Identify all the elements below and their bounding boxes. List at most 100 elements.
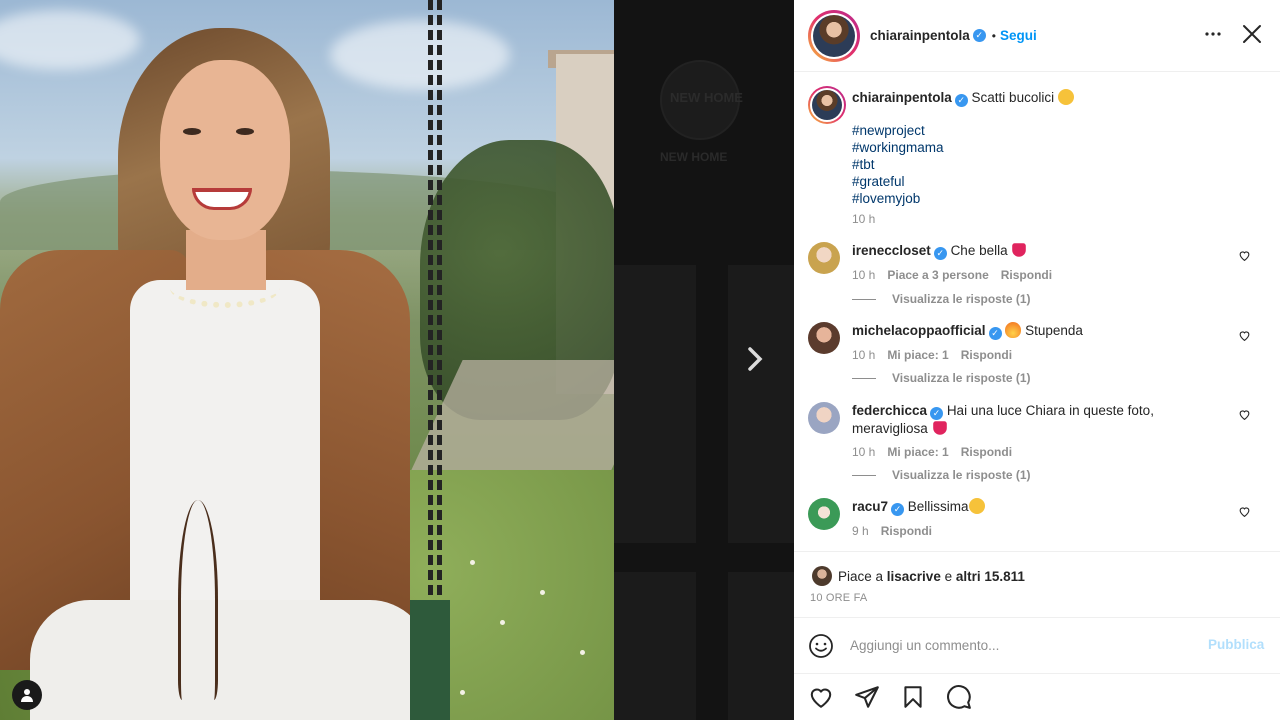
reply-button[interactable]: Rispondi <box>881 524 932 538</box>
view-replies-button[interactable]: Visualizza le risposte (1) <box>852 371 1031 385</box>
comment-likes[interactable]: Mi piace: 1 <box>887 348 948 362</box>
star-struck-emoji-icon <box>1057 89 1074 105</box>
close-button[interactable] <box>1240 22 1264 46</box>
photo-daisy <box>580 650 585 655</box>
hashtag-link[interactable]: #workingmama <box>852 139 944 156</box>
caption-text: Scatti bucolici <box>971 90 1055 105</box>
comment-avatar[interactable] <box>808 498 840 530</box>
comment-likes[interactable]: Piace a 3 persone <box>887 268 988 282</box>
likes-section: Piace a lisacrive e altri 15.811 10 ORE … <box>794 552 1280 618</box>
comment-item: ireneccloset ✓ Che bella 10 h Piace a 3 p… <box>808 242 1222 282</box>
photo-daisy <box>540 590 545 595</box>
likes-middle: e <box>940 568 956 584</box>
comment-username[interactable]: federchicca <box>852 403 927 418</box>
comments-list[interactable]: chiarainpentola ✓ Scatti bucolici #newpro… <box>794 72 1280 552</box>
comment-likes[interactable]: Mi piace: 1 <box>887 445 948 459</box>
comment-avatar[interactable] <box>808 322 840 354</box>
photo-pants <box>30 600 430 720</box>
comment-avatar[interactable] <box>808 402 840 434</box>
caption-time: 10 h <box>852 212 876 226</box>
author-avatar[interactable] <box>808 9 860 62</box>
comment-like-heart-icon[interactable] <box>1238 329 1251 342</box>
photo-cloud <box>0 10 140 70</box>
comment-avatar[interactable] <box>808 242 840 274</box>
reply-button[interactable]: Rispondi <box>961 348 1012 362</box>
hashtag-link[interactable]: #grateful <box>852 173 944 190</box>
comment-input[interactable] <box>850 638 1190 653</box>
separator-dot: • <box>991 28 996 43</box>
follow-button[interactable]: Segui <box>1000 28 1037 43</box>
caption-hashtags: #newproject #workingmama #tbt #grateful … <box>852 122 944 226</box>
emoji-picker-icon[interactable] <box>808 633 834 659</box>
photo-eye <box>183 128 201 135</box>
caption-row: chiarainpentola ✓ Scatti bucolici <box>808 86 1074 124</box>
author-username[interactable]: chiarainpentola <box>870 28 970 43</box>
view-replies-button[interactable]: Visualizza le risposte (1) <box>852 468 1031 482</box>
hashtag-link[interactable]: #newproject <box>852 122 944 139</box>
likes-summary[interactable]: Piace a lisacrive e altri 15.811 <box>812 566 1025 586</box>
bookmark-icon[interactable] <box>900 684 926 710</box>
comment-time: 10 h <box>852 268 876 282</box>
post-details-panel: chiarainpentola ✓ • Segui chiarainpentol… <box>794 0 1280 720</box>
comment-item: racu7 ✓ Bellissima 9 h Rispondi <box>808 498 1222 538</box>
comment-like-heart-icon[interactable] <box>1238 408 1251 421</box>
verified-badge-icon: ✓ <box>891 503 905 516</box>
background-post-tile <box>614 572 696 720</box>
hashtag-link[interactable]: #lovemyjob <box>852 190 944 207</box>
comment-time: 10 h <box>852 445 876 459</box>
photo-daisy <box>460 690 465 695</box>
post-photo[interactable] <box>0 0 614 720</box>
liker-avatar <box>812 566 832 586</box>
close-icon <box>1243 25 1261 43</box>
reply-button[interactable]: Rispondi <box>1001 268 1052 282</box>
comment-item: federchicca ✓ Hai una luce Chiara in ques… <box>808 402 1222 459</box>
photo-necklace <box>170 268 280 308</box>
likes-prefix: Piace a <box>838 568 887 584</box>
verified-badge-icon: ✓ <box>972 29 986 42</box>
photo-face <box>160 60 290 240</box>
comment-username[interactable]: ireneccloset <box>852 243 931 258</box>
heart-eyes-emoji-icon <box>968 498 985 514</box>
reply-button[interactable]: Rispondi <box>961 445 1012 459</box>
comment-username[interactable]: racu7 <box>852 499 888 514</box>
publish-button[interactable]: Pubblica <box>1208 637 1264 652</box>
photo-swing-chain <box>428 0 442 640</box>
photo-daisy <box>470 560 475 565</box>
fire-emoji-icon <box>1005 322 1022 338</box>
caption-avatar[interactable] <box>808 86 846 124</box>
comment-time: 9 h <box>852 524 869 538</box>
view-replies-label: Visualizza le risposte (1) <box>892 292 1031 306</box>
share-icon[interactable] <box>854 684 880 710</box>
user-icon <box>21 689 33 702</box>
comment-like-heart-icon[interactable] <box>1238 505 1251 518</box>
view-replies-label: Visualizza le risposte (1) <box>892 468 1031 482</box>
comment-like-heart-icon[interactable] <box>1238 249 1251 262</box>
post-date[interactable]: 10 ORE FA <box>810 592 867 604</box>
photo-swing-seat <box>410 600 450 720</box>
photo-cloud <box>330 20 510 90</box>
hashtag-link[interactable]: #tbt <box>852 156 944 173</box>
replies-divider-line <box>852 377 876 379</box>
tagged-users-button[interactable] <box>12 680 42 710</box>
verified-badge-icon: ✓ <box>954 94 968 107</box>
background-highlight-text: NEW HOME <box>670 90 743 105</box>
background-post-tile <box>614 265 696 543</box>
background-post-tile <box>728 572 794 720</box>
comment-username[interactable]: michelacoppaofficial <box>852 323 986 338</box>
likes-others[interactable]: altri 15.811 <box>956 569 1025 584</box>
more-options-button[interactable] <box>1204 24 1222 48</box>
background-post-tile <box>728 265 794 543</box>
comment-text-line1: Hai una luce Chiara in queste foto, <box>946 403 1154 418</box>
view-replies-button[interactable]: Visualizza le risposte (1) <box>852 292 1031 306</box>
photo-eye <box>236 128 254 135</box>
background-highlight-label: NEW HOME <box>660 150 728 164</box>
likes-user[interactable]: lisacrive <box>887 569 941 584</box>
comment-icon[interactable] <box>946 684 972 710</box>
photo-cord <box>178 500 218 700</box>
replies-divider-line <box>852 298 876 300</box>
post-actions <box>794 674 1280 720</box>
comment-item: michelacoppaofficial ✓ Stupenda 10 h Mi p… <box>808 322 1222 362</box>
caption-username[interactable]: chiarainpentola <box>852 90 952 105</box>
heart-icon[interactable] <box>808 684 834 710</box>
next-post-arrow[interactable] <box>740 344 770 374</box>
